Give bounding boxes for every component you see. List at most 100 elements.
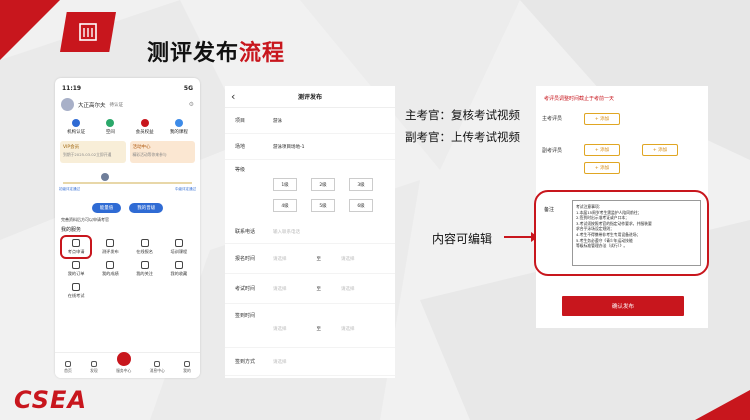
monitor-icon bbox=[72, 283, 81, 291]
level-label-row: 等级 bbox=[235, 166, 246, 173]
home-icon bbox=[64, 361, 71, 367]
vip-card[interactable]: VIP会员 到期于2025.03.02立即开通 bbox=[60, 141, 126, 163]
order-icon bbox=[72, 261, 81, 269]
service-scores[interactable]: 我的成绩 bbox=[93, 261, 127, 277]
tab-discover[interactable]: 发现 bbox=[90, 361, 98, 374]
progress-track bbox=[63, 182, 192, 184]
signup-start[interactable]: 请选择 bbox=[273, 256, 287, 262]
promo-cards: VIP会员 到期于2025.03.02立即开通 活动中心 精彩活动等你来参与 bbox=[55, 139, 200, 165]
tab-bar: 首页 发现 服务中心 消息中心 我的 bbox=[55, 352, 200, 378]
corner-accent-top-left bbox=[0, 0, 60, 60]
section-title: 我的服务 bbox=[61, 227, 82, 233]
level-option[interactable]: 2级 bbox=[311, 178, 335, 191]
progress-marker bbox=[101, 173, 109, 181]
back-icon[interactable]: ‹ bbox=[231, 90, 235, 103]
username: 大正高尔夫 bbox=[78, 102, 106, 109]
course-icon bbox=[174, 119, 183, 127]
brand-logo: CSEA bbox=[14, 386, 88, 414]
role-descriptions: 主考官：复核考试视频 副考官：上传考试视频 bbox=[405, 104, 520, 148]
phone-field[interactable]: 输入联系电话 bbox=[273, 229, 300, 235]
service-follow[interactable]: 我的关注 bbox=[128, 261, 162, 277]
send-icon bbox=[106, 239, 115, 247]
promotion-button[interactable]: 我的晋级 bbox=[129, 203, 164, 213]
deputy-examiner-label: 副考评员 bbox=[542, 148, 563, 154]
service-exam-apply[interactable]: 考点申请 bbox=[59, 235, 93, 259]
quick-link-org-cert[interactable]: 机构认证 bbox=[59, 119, 93, 135]
activity-card[interactable]: 活动中心 精彩活动等你来参与 bbox=[129, 141, 195, 163]
service-training[interactable]: 培训课程 bbox=[162, 239, 196, 255]
tab-messages[interactable]: 消息中心 bbox=[150, 361, 165, 374]
exam-start[interactable]: 请选择 bbox=[273, 286, 287, 292]
level-option[interactable]: 6级 bbox=[349, 199, 373, 212]
editable-annotation: 内容可编辑 bbox=[432, 232, 493, 246]
slide-title-main: 测评发布 bbox=[147, 41, 240, 66]
page-title: 测评发布 bbox=[297, 94, 322, 101]
space-icon bbox=[106, 119, 115, 127]
message-icon bbox=[154, 361, 161, 367]
document-icon bbox=[72, 239, 81, 247]
person-icon bbox=[116, 352, 131, 366]
add-deputy-button[interactable]: + 添加 bbox=[642, 144, 678, 156]
level-option[interactable]: 3级 bbox=[349, 178, 373, 191]
deputy-examiner-role: 副考官：上传考试视频 bbox=[405, 130, 520, 144]
arrow-right-icon bbox=[504, 232, 538, 242]
member-icon bbox=[140, 119, 149, 127]
progress-actions: 能量值 我的晋级 bbox=[55, 203, 200, 213]
briefcase-icon bbox=[140, 239, 149, 247]
presentation-logo bbox=[60, 12, 116, 52]
note-textarea[interactable]: 考试注意事项： 1.本届15周岁考生需监护人陪同前往； 2.签到时出示准考证或户… bbox=[572, 200, 701, 266]
quick-link-space[interactable]: 空间 bbox=[93, 119, 127, 135]
energy-button[interactable]: 能量值 bbox=[91, 203, 122, 213]
tab-mine[interactable]: 我的 bbox=[183, 361, 191, 374]
checkin-end[interactable]: 请选择 bbox=[341, 326, 355, 332]
status-bar: 11:19 5G bbox=[55, 78, 200, 94]
service-publish-eval[interactable]: 测评发布 bbox=[93, 239, 127, 255]
checkin-start[interactable]: 请选择 bbox=[273, 326, 287, 332]
level-options: 1级 2级 3级 4级 5级 6级 bbox=[225, 170, 395, 220]
level-option[interactable]: 1级 bbox=[273, 178, 297, 191]
status-time: 11:19 bbox=[62, 85, 82, 92]
signup-end[interactable]: 请选择 bbox=[341, 256, 355, 262]
checkin-method-row[interactable]: 签到方式 请选择 bbox=[225, 348, 395, 376]
service-online-signup[interactable]: 在线报名 bbox=[128, 239, 162, 255]
tab-service-center[interactable]: 服务中心 bbox=[116, 352, 131, 374]
chief-examiner-label: 主考评员 bbox=[542, 116, 563, 122]
quick-link-courses[interactable]: 我的课程 bbox=[162, 119, 196, 135]
service-orders[interactable]: 我的订单 bbox=[59, 261, 93, 277]
service-grid: 考点申请 测评发布 在线报名 培训课程 我的订单 我的成绩 我的关注 我的收藏 … bbox=[55, 235, 200, 303]
slide-title-highlight: 流程 bbox=[239, 41, 286, 66]
signup-time-row[interactable]: 报名时间 请选择 至 请选择 bbox=[225, 244, 395, 274]
avatar[interactable] bbox=[61, 98, 74, 111]
compass-icon bbox=[90, 361, 97, 367]
corner-accent-bottom-right bbox=[695, 390, 750, 420]
level-option[interactable]: 4级 bbox=[273, 199, 297, 212]
note-label: 备注 bbox=[544, 207, 555, 213]
add-chief-button[interactable]: + 添加 bbox=[584, 113, 620, 125]
checkin-method-select[interactable]: 请选择 bbox=[273, 359, 287, 365]
chief-examiner-role: 主考官：复核考试视频 bbox=[405, 108, 520, 122]
status-signal: 5G bbox=[183, 85, 193, 92]
gear-icon[interactable]: ⚙ bbox=[189, 101, 194, 108]
user-header[interactable]: 大正高尔夫 待认证 ⚙ bbox=[55, 94, 200, 115]
progress-label: 初级评定通过 bbox=[59, 187, 80, 191]
score-icon bbox=[106, 261, 115, 269]
star-icon bbox=[174, 261, 183, 269]
quick-link-member[interactable]: 会员权益 bbox=[128, 119, 162, 135]
tab-home[interactable]: 首页 bbox=[64, 361, 72, 374]
venue-row[interactable]: 场地 游泳项目场地-1 bbox=[225, 134, 395, 160]
level-option[interactable]: 5级 bbox=[311, 199, 335, 212]
project-row[interactable]: 项目 游泳 bbox=[225, 108, 395, 134]
slide-title: 测评发布流程 bbox=[147, 35, 285, 67]
confirm-publish-button[interactable]: 确认发布 bbox=[562, 296, 684, 316]
profile-hint: 完善资料后方可以申请考官 bbox=[61, 217, 109, 222]
phone-publish-form: ‹ 测评发布 项目 游泳 场地 游泳项目场地-1 等级 1级 2级 3级 4级 … bbox=[225, 86, 395, 378]
service-online-exam[interactable]: 在线考试 bbox=[59, 283, 93, 299]
exam-time-row[interactable]: 考试时间 请选择 至 请选择 bbox=[225, 274, 395, 304]
phone-row[interactable]: 联系电话 输入联系电话 bbox=[225, 220, 395, 244]
add-deputy-button[interactable]: + 添加 bbox=[584, 144, 620, 156]
service-favorites[interactable]: 我的收藏 bbox=[162, 261, 196, 277]
checkin-time-row[interactable]: 签到时间 请选择 至 请选择 bbox=[225, 304, 395, 348]
add-deputy-button[interactable]: + 添加 bbox=[584, 162, 620, 174]
clipboard-icon bbox=[174, 239, 183, 247]
exam-end[interactable]: 请选择 bbox=[341, 286, 355, 292]
